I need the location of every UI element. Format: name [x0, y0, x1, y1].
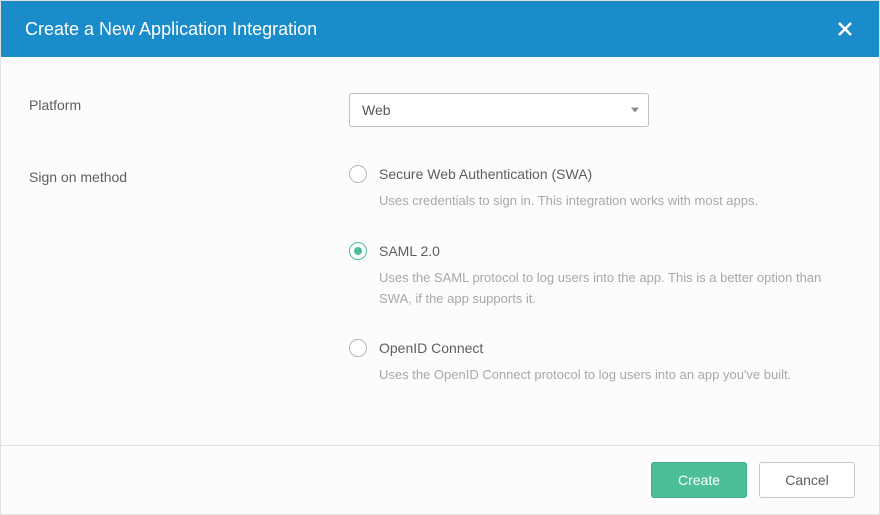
platform-row: Platform Web: [29, 93, 851, 127]
cancel-button[interactable]: Cancel: [759, 462, 855, 498]
platform-label: Platform: [29, 93, 349, 127]
radio-swa[interactable]: [349, 165, 367, 183]
radio-saml-label[interactable]: SAML 2.0: [379, 243, 440, 259]
signon-row: Sign on method Secure Web Authentication…: [29, 165, 851, 386]
radio-option-saml: SAML 2.0 Uses the SAML protocol to log u…: [349, 242, 851, 310]
modal-body: Platform Web Sign on method Secure Web A…: [1, 57, 879, 445]
modal-title: Create a New Application Integration: [25, 19, 317, 40]
radio-saml-description: Uses the SAML protocol to log users into…: [349, 268, 829, 310]
create-app-modal: Create a New Application Integration Pla…: [0, 0, 880, 515]
platform-select[interactable]: Web: [349, 93, 649, 127]
platform-control: Web: [349, 93, 851, 127]
signon-options: Secure Web Authentication (SWA) Uses cre…: [349, 165, 851, 386]
radio-oidc[interactable]: [349, 339, 367, 357]
radio-header: Secure Web Authentication (SWA): [349, 165, 851, 183]
close-icon[interactable]: [835, 19, 855, 39]
create-button[interactable]: Create: [651, 462, 747, 498]
radio-oidc-label[interactable]: OpenID Connect: [379, 340, 483, 356]
modal-header: Create a New Application Integration: [1, 1, 879, 57]
radio-swa-label[interactable]: Secure Web Authentication (SWA): [379, 166, 592, 182]
radio-header: SAML 2.0: [349, 242, 851, 260]
radio-oidc-description: Uses the OpenID Connect protocol to log …: [349, 365, 829, 386]
signon-label: Sign on method: [29, 165, 349, 386]
radio-option-oidc: OpenID Connect Uses the OpenID Connect p…: [349, 339, 851, 386]
radio-saml[interactable]: [349, 242, 367, 260]
radio-header: OpenID Connect: [349, 339, 851, 357]
radio-swa-description: Uses credentials to sign in. This integr…: [349, 191, 829, 212]
modal-footer: Create Cancel: [1, 445, 879, 514]
platform-select-value: Web: [349, 93, 649, 127]
radio-option-swa: Secure Web Authentication (SWA) Uses cre…: [349, 165, 851, 212]
radio-dot-icon: [354, 247, 362, 255]
